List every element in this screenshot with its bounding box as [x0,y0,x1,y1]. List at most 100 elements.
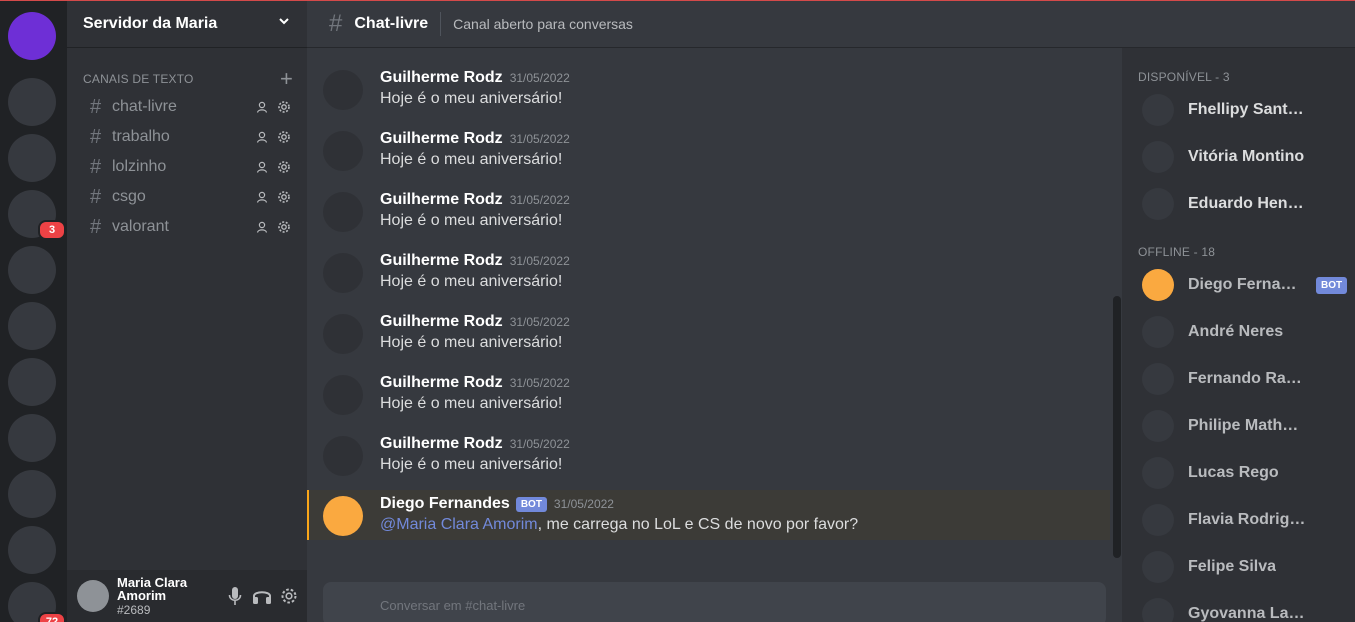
category-label: CANAIS DE TEXTO [83,72,194,86]
headphones-icon[interactable] [252,586,272,606]
gear-icon[interactable] [277,130,291,144]
message-input[interactable] [380,598,1080,613]
user-mention[interactable]: @Maria Clara Amorim [380,516,538,533]
invite-icon[interactable] [255,190,269,204]
gear-icon[interactable] [277,160,291,174]
avatar[interactable] [1142,316,1174,348]
message-author[interactable]: Guilherme Rodz [380,374,503,392]
message[interactable]: Guilherme Rodz 31/05/2022 Hoje é o meu an… [307,125,1110,175]
channel-item-trabalho[interactable]: # trabalho [75,122,299,152]
member-name: Felipe Silva [1188,558,1277,575]
member-item[interactable]: André Neres [1142,312,1352,352]
add-channel-icon[interactable]: + [280,68,293,90]
server-icon-active[interactable] [8,12,56,60]
server-header[interactable]: Servidor da Maria [67,0,307,48]
member-item[interactable]: Diego Fernandes BOT [1142,265,1352,305]
avatar[interactable] [323,253,363,293]
server-icon[interactable] [8,358,56,406]
message-timestamp: 31/05/2022 [509,193,570,207]
avatar[interactable] [1142,94,1174,126]
invite-icon[interactable] [255,220,269,234]
server-icon[interactable] [8,78,56,126]
member-item[interactable]: Flavia Rodrigues [1142,500,1352,540]
invite-icon[interactable] [255,160,269,174]
member-group-header: DISPONÍVEL - 3 [1138,70,1230,84]
member-item[interactable]: Vitória Montino [1142,137,1352,177]
member-item[interactable]: Felipe Silva [1142,547,1352,587]
message-timestamp: 31/05/2022 [509,315,570,329]
message-author[interactable]: Guilherme Rodz [380,191,503,209]
microphone-icon[interactable] [225,586,245,606]
message-author[interactable]: Diego Fernandes [380,495,510,513]
avatar[interactable] [1142,551,1174,583]
channel-item-lolzinho[interactable]: # lolzinho [75,152,299,182]
hashtag-icon: # [90,95,102,118]
message-text: Hoje é o meu aniversário! [380,395,563,412]
scrollbar[interactable] [1113,296,1121,558]
gear-icon[interactable] [277,190,291,204]
member-name: Fhellipy Santana [1188,101,1306,118]
invite-icon[interactable] [255,130,269,144]
message[interactable]: Guilherme Rodz 31/05/2022 Hoje é o meu an… [307,64,1110,114]
avatar[interactable] [323,192,363,232]
member-name: André Neres [1188,323,1284,340]
invite-icon[interactable] [255,100,269,114]
avatar[interactable] [1142,269,1174,301]
gear-icon[interactable] [279,586,299,606]
avatar[interactable] [1142,141,1174,173]
gear-icon[interactable] [277,100,291,114]
user-info[interactable]: Maria Clara Amorim #2689 [117,575,218,617]
message[interactable]: Guilherme Rodz 31/05/2022 Hoje é o meu an… [307,430,1110,480]
channel-category[interactable]: CANAIS DE TEXTO + [83,68,293,90]
message-list[interactable]: Guilherme Rodz 31/05/2022 Hoje é o meu an… [307,48,1114,568]
avatar[interactable] [1142,598,1174,622]
avatar[interactable] [323,375,363,415]
avatar[interactable] [1142,504,1174,536]
avatar[interactable] [323,131,363,171]
avatar[interactable] [323,70,363,110]
avatar[interactable] [323,496,363,536]
message-author[interactable]: Guilherme Rodz [380,252,503,270]
channel-item-valorant[interactable]: # valorant [75,212,299,242]
avatar[interactable] [1142,457,1174,489]
member-item[interactable]: Gyovanna Lacerda [1142,594,1352,622]
member-name: Flavia Rodrigues [1188,511,1306,528]
message[interactable]: Guilherme Rodz 31/05/2022 Hoje é o meu an… [307,308,1110,358]
message[interactable]: Guilherme Rodz 31/05/2022 Hoje é o meu an… [307,247,1110,297]
avatar[interactable] [323,314,363,354]
avatar[interactable] [1142,363,1174,395]
channel-topic: Canal aberto para conversas [453,15,633,32]
avatar[interactable] [1142,410,1174,442]
message-body: , me carrega no LoL e CS de novo por fav… [537,516,859,533]
message-author[interactable]: Guilherme Rodz [380,313,503,331]
message[interactable]: Guilherme Rodz 31/05/2022 Hoje é o meu an… [307,186,1110,236]
chevron-down-icon[interactable] [277,14,291,33]
member-name: Eduardo Henrique [1188,195,1306,212]
member-item[interactable]: Fhellipy Santana [1142,90,1352,130]
message-author[interactable]: Guilherme Rodz [380,69,503,87]
message-composer[interactable] [323,582,1106,622]
avatar[interactable] [77,580,109,612]
mention-message[interactable]: Diego Fernandes BOT 31/05/2022 @Maria Cl… [307,490,1110,540]
message-timestamp: 31/05/2022 [509,376,570,390]
message[interactable]: Guilherme Rodz 31/05/2022 Hoje é o meu an… [307,369,1110,419]
member-item[interactable]: Lucas Rego [1142,453,1352,493]
server-icon[interactable] [8,414,56,462]
message-author[interactable]: Guilherme Rodz [380,130,503,148]
avatar[interactable] [323,436,363,476]
channel-item-csgo[interactable]: # csgo [75,182,299,212]
server-icon[interactable] [8,246,56,294]
gear-icon[interactable] [277,220,291,234]
server-icon[interactable] [8,526,56,574]
server-icon[interactable] [8,470,56,518]
channel-item-chat-livre[interactable]: # chat-livre [75,92,299,122]
avatar[interactable] [1142,188,1174,220]
member-item[interactable]: Eduardo Henrique [1142,184,1352,224]
server-icon[interactable] [8,134,56,182]
member-item[interactable]: Philipe Matheus [1142,406,1352,446]
message-text: Hoje é o meu aniversário! [380,90,563,107]
member-item[interactable]: Fernando Rangel [1142,359,1352,399]
member-name: Fernando Rangel [1188,370,1306,387]
message-author[interactable]: Guilherme Rodz [380,435,503,453]
server-icon[interactable] [8,302,56,350]
